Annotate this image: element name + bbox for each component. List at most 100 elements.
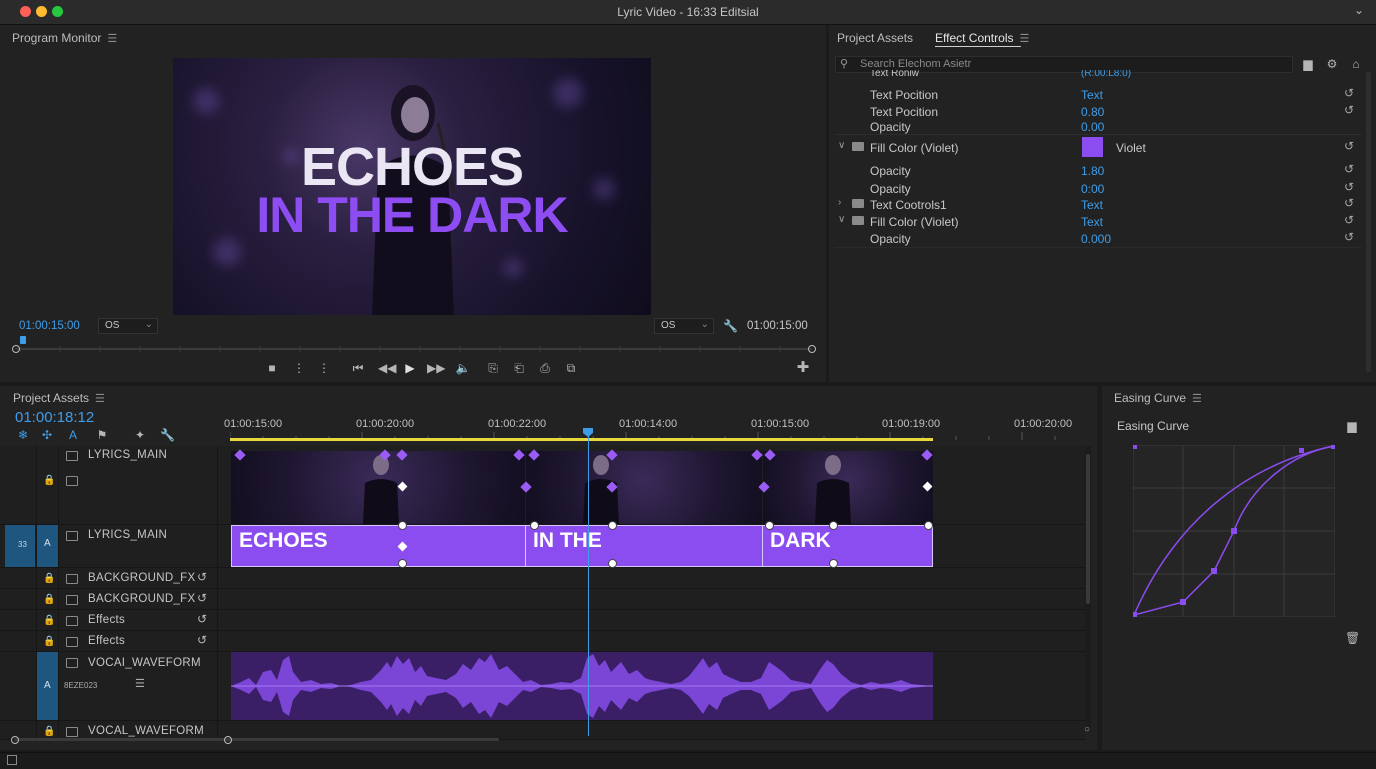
timeline-horizontal-scrollbar[interactable] bbox=[14, 738, 499, 741]
menu-icon[interactable]: ☰ bbox=[107, 32, 117, 45]
track-target-toggle[interactable]: 33 bbox=[5, 525, 35, 567]
folder-icon[interactable]: ▆ bbox=[1344, 418, 1360, 434]
play-icon[interactable]: ▶ bbox=[403, 360, 417, 376]
curve-point[interactable] bbox=[1299, 448, 1304, 453]
scrollbar-thumb[interactable] bbox=[1086, 454, 1090, 604]
effect-row-value[interactable]: 1.80 bbox=[1081, 164, 1104, 178]
easing-curve-graph[interactable] bbox=[1133, 445, 1335, 617]
lock-icon[interactable]: 🔒 bbox=[43, 475, 55, 486]
reset-icon[interactable]: ↺ bbox=[197, 570, 207, 584]
lock-icon[interactable]: 🔒 bbox=[43, 636, 55, 647]
zoom-handle-right[interactable] bbox=[224, 736, 232, 744]
chevron-right-icon[interactable]: › bbox=[838, 197, 841, 208]
zoom-select-left[interactable]: OS ⌄ bbox=[98, 318, 158, 334]
audio-waveform[interactable] bbox=[231, 652, 933, 720]
keyframe-handle[interactable] bbox=[608, 521, 617, 530]
track-name[interactable]: LYRICS_MAIN bbox=[88, 529, 167, 541]
volume-icon[interactable]: 🔈 bbox=[455, 360, 471, 376]
reset-icon[interactable]: ↺ bbox=[1344, 86, 1354, 100]
marker-in-icon[interactable]: ⋮ bbox=[293, 360, 305, 376]
lock-icon[interactable]: 🔒 bbox=[43, 594, 55, 605]
add-button-icon[interactable]: ✚ bbox=[795, 360, 811, 376]
track-sync-toggle[interactable]: A bbox=[37, 652, 58, 720]
go-to-in-icon[interactable]: ⏮ bbox=[350, 360, 366, 376]
zoom-select-right[interactable]: OS ⌄ bbox=[654, 318, 714, 334]
effect-row-value[interactable]: Text bbox=[1081, 215, 1103, 229]
track-name[interactable]: LYRICS_MAIN bbox=[88, 449, 167, 461]
menu-icon[interactable]: ☰ bbox=[95, 392, 105, 405]
track-sync-toggle[interactable]: A bbox=[37, 525, 58, 567]
track-name[interactable]: BACKGROUND_FX bbox=[88, 593, 195, 605]
keyframe-handle[interactable] bbox=[398, 559, 407, 568]
effect-controls-scrollbar[interactable] bbox=[1366, 72, 1371, 372]
reset-icon[interactable]: ↺ bbox=[1344, 139, 1354, 153]
linked-selection-icon[interactable]: ✣ bbox=[40, 427, 54, 443]
marker-icon[interactable]: ✦ bbox=[133, 427, 147, 443]
reset-icon[interactable]: ↺ bbox=[1344, 196, 1354, 210]
keyframe-handle[interactable] bbox=[398, 521, 407, 530]
effect-row-value[interactable]: Text bbox=[1081, 198, 1103, 212]
program-monitor-video[interactable]: ECHOES IN THE DARK bbox=[173, 58, 651, 315]
lock-icon[interactable]: 🔒 bbox=[43, 573, 55, 584]
export-frame-icon[interactable]: ⎙ bbox=[537, 360, 553, 376]
wrench-icon[interactable]: 🔧 bbox=[160, 427, 175, 443]
track-name[interactable]: VOCAL_WAVEFORM bbox=[88, 725, 204, 737]
reset-icon[interactable]: ↺ bbox=[197, 612, 207, 626]
reset-icon[interactable]: ↺ bbox=[1344, 180, 1354, 194]
trash-icon[interactable]: 🗑 bbox=[1345, 630, 1360, 646]
tab-effect-controls[interactable]: Effect Controls ☰ bbox=[935, 31, 1029, 45]
timeline-vertical-scrollbar[interactable] bbox=[1085, 446, 1091, 731]
keyframe-handle[interactable] bbox=[765, 521, 774, 530]
keyframe-handle[interactable] bbox=[829, 521, 838, 530]
step-back-icon[interactable]: ◀◀ bbox=[378, 360, 396, 376]
chevron-down-icon[interactable]: ⌄ bbox=[1354, 3, 1364, 17]
effect-group-fill-color[interactable]: ∨ Fill Color (Violet) Violet ↺ bbox=[834, 137, 1362, 160]
program-playhead[interactable] bbox=[20, 336, 26, 344]
curve-handle[interactable] bbox=[1331, 445, 1335, 449]
snap-icon[interactable]: ❄ bbox=[16, 427, 30, 443]
curve-point[interactable] bbox=[1180, 599, 1186, 605]
curve-handle[interactable] bbox=[1133, 445, 1137, 449]
chevron-down-icon[interactable]: ∨ bbox=[838, 214, 845, 225]
timeline-timecode[interactable]: 01:00:18:12 bbox=[15, 409, 94, 426]
curve-point[interactable] bbox=[1211, 568, 1217, 574]
menu-icon[interactable]: ☰ bbox=[1019, 32, 1029, 45]
status-icon[interactable] bbox=[7, 755, 17, 765]
insert-icon[interactable]: ⎘ bbox=[485, 360, 501, 376]
effect-row[interactable]: Opacity 1.80 ↺ bbox=[834, 161, 1362, 180]
reset-icon[interactable]: ↺ bbox=[1344, 213, 1354, 227]
effect-row[interactable]: Opacity 0.000 ↺ bbox=[834, 229, 1362, 248]
effect-row-value[interactable]: 0.00 bbox=[1081, 120, 1104, 134]
flag-icon[interactable]: ⚑ bbox=[95, 427, 109, 443]
scroll-down-icon[interactable]: ○ bbox=[1084, 724, 1090, 735]
track-name[interactable]: Effects bbox=[88, 614, 125, 626]
scrub-start-handle[interactable] bbox=[12, 345, 20, 353]
color-swatch[interactable] bbox=[1082, 137, 1103, 157]
lyric-clip[interactable]: DARK bbox=[762, 525, 933, 567]
track-name[interactable]: Effects bbox=[88, 635, 125, 647]
zoom-handle-left[interactable] bbox=[11, 736, 19, 744]
chevron-down-icon[interactable]: ∨ bbox=[838, 140, 845, 151]
keyframe-handle[interactable] bbox=[924, 521, 933, 530]
stop-icon[interactable]: ■ bbox=[265, 360, 279, 376]
lyric-clip[interactable]: ECHOES bbox=[231, 525, 526, 567]
curve-handle[interactable] bbox=[1133, 612, 1137, 617]
program-timecode-left[interactable]: 01:00:15:00 bbox=[19, 320, 80, 332]
keyframe-handle[interactable] bbox=[530, 521, 539, 530]
work-area-bar[interactable] bbox=[230, 438, 933, 441]
video-clip[interactable] bbox=[526, 451, 762, 524]
lock-icon[interactable]: 🔒 bbox=[43, 615, 55, 626]
step-forward-icon[interactable]: ▶▶ bbox=[427, 360, 445, 376]
lyric-clip[interactable]: IN THE bbox=[525, 525, 763, 567]
waveform-icon[interactable]: ☰ bbox=[135, 677, 145, 690]
wrench-icon[interactable]: 🔧 bbox=[723, 318, 738, 334]
effect-row[interactable]: Text Roniw (R:00:L8:0) bbox=[834, 70, 1362, 82]
overwrite-icon[interactable]: ⎗ bbox=[511, 360, 527, 376]
video-clip[interactable] bbox=[763, 451, 933, 524]
marker-out-icon[interactable]: ⋮ bbox=[318, 360, 330, 376]
effect-row-value[interactable]: (R:00:L8:0) bbox=[1081, 70, 1131, 79]
curve-point[interactable] bbox=[1231, 528, 1237, 534]
text-tool-icon[interactable]: A bbox=[66, 427, 80, 443]
track-name[interactable]: VOCAI_WAVEFORM bbox=[88, 657, 201, 669]
reset-icon[interactable]: ↺ bbox=[1344, 103, 1354, 117]
